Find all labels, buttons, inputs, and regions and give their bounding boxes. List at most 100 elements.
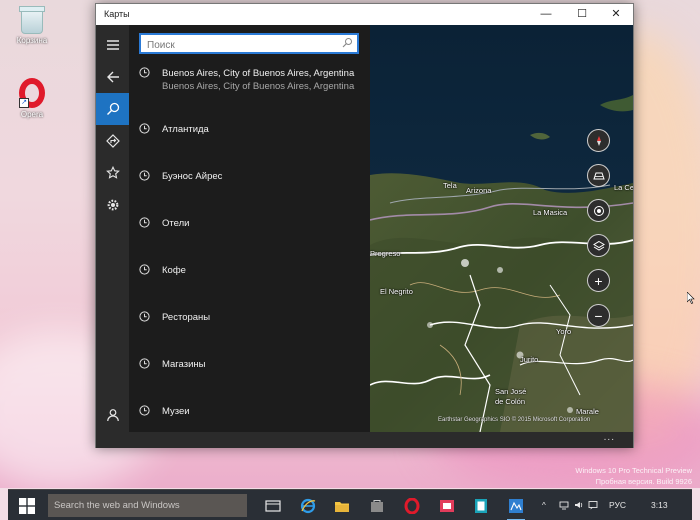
map-layers-button[interactable]: [587, 234, 610, 257]
zoom-in-button[interactable]: +: [587, 269, 610, 292]
compass-icon: [596, 135, 601, 146]
input-language[interactable]: РУС: [609, 490, 626, 520]
satellite-map-imagery: [370, 25, 633, 432]
close-button[interactable]: ✕: [601, 4, 631, 25]
locate-me-icon: [593, 205, 604, 216]
desktop-icon-opera[interactable]: ↗ Opera: [6, 78, 58, 119]
nav-favorites-button[interactable]: [96, 157, 129, 189]
history-item-title: Кофе: [162, 265, 186, 276]
back-arrow-icon: [106, 71, 119, 83]
history-item[interactable]: Buenos Aires, City of Buenos Aires, Arge…: [129, 64, 370, 108]
minimize-button[interactable]: —: [531, 4, 561, 25]
taskbar-maps-app[interactable]: [435, 494, 459, 518]
back-button[interactable]: [96, 61, 129, 93]
history-clock-icon: [139, 405, 150, 416]
windows-logo-icon: [19, 497, 35, 514]
taskbar-maps[interactable]: [504, 494, 528, 520]
map-label-progreso: Progreso: [370, 249, 401, 258]
task-view-icon: [265, 500, 281, 512]
search-icon[interactable]: [341, 37, 353, 49]
reader-app-icon: [475, 499, 487, 513]
network-icon[interactable]: [559, 500, 569, 510]
menu-button[interactable]: [96, 29, 129, 61]
favorites-star-icon: [105, 166, 120, 179]
notifications-icon[interactable]: [588, 500, 598, 510]
taskbar-search-box[interactable]: Search the web and Windows: [48, 494, 247, 517]
history-item[interactable]: Буэнос Айрес: [129, 167, 370, 211]
history-item-title: Атлантида: [162, 124, 209, 135]
map-label-jurito: Jurito: [520, 355, 539, 364]
taskbar: Search the web and Windows ^ РУС 3:13: [8, 489, 692, 520]
compass-button[interactable]: [587, 129, 610, 152]
account-person-icon: [106, 409, 119, 422]
opera-icon: [404, 498, 420, 514]
clock-time[interactable]: 3:13: [651, 490, 668, 520]
history-item-title: Buenos Aires, City of Buenos Aires, Arge…: [162, 68, 355, 79]
history-item-title: Магазины: [162, 359, 206, 370]
app-bottom-bar: ...: [96, 432, 633, 448]
maps-window: Карты — ☐ ✕ Поиск Buenos Aires, City of …: [95, 3, 634, 448]
tilt-3d-button[interactable]: [587, 164, 610, 187]
taskbar-task-view[interactable]: [261, 494, 285, 518]
volume-icon[interactable]: [574, 500, 584, 510]
map-label-la-masica: La Masica: [533, 208, 568, 217]
locate-me-button[interactable]: [587, 199, 610, 222]
shortcut-arrow-icon: ↗: [19, 98, 29, 108]
history-item-title: Музеи: [162, 406, 190, 417]
map-layers-icon: [592, 240, 605, 251]
history-item-title: Рестораны: [162, 312, 211, 323]
desktop-icon-recycle-bin[interactable]: Корзина: [6, 6, 58, 45]
taskbar-opera[interactable]: [400, 494, 424, 518]
nav-rail: [96, 25, 129, 432]
taskbar-internet-explorer[interactable]: [296, 494, 320, 518]
history-item[interactable]: Магазины: [129, 355, 370, 399]
history-clock-icon: [139, 217, 150, 228]
map-label-yoro: Yoro: [556, 327, 572, 336]
nav-directions-button[interactable]: [96, 125, 129, 157]
window-titlebar[interactable]: Карты — ☐ ✕: [96, 4, 633, 25]
history-item-text: Buenos Aires, City of Buenos Aires, Arge…: [162, 67, 354, 93]
tilt-3d-icon: [592, 172, 605, 179]
taskbar-store[interactable]: [365, 494, 389, 518]
zoom-out-button[interactable]: −: [587, 304, 610, 327]
start-button[interactable]: [8, 490, 46, 520]
recycle-bin-icon: [19, 6, 45, 34]
maximize-button[interactable]: ☐: [567, 4, 597, 25]
desktop-icon-label: Корзина: [16, 36, 48, 45]
map-label-de-colon: de Colón: [495, 397, 526, 406]
map-label-arizona: Arizona: [466, 186, 492, 195]
taskbar-file-explorer[interactable]: [330, 494, 354, 518]
search-panel: Buenos Aires, City of Buenos Aires, Arge…: [129, 25, 370, 432]
history-item-title: Отели: [162, 218, 190, 229]
history-clock-icon: [139, 170, 150, 181]
desktop-icon-label: Opera: [20, 110, 44, 119]
map-label-la-ceiba: La Ce: [614, 183, 633, 192]
maps-app-icon: [440, 500, 454, 512]
store-icon: [371, 500, 383, 512]
history-item[interactable]: Атлантида: [129, 120, 370, 164]
map-label-tela: Tela: [443, 181, 457, 190]
maps-icon: [509, 499, 523, 513]
search-input[interactable]: [141, 37, 331, 54]
map-attribution: Earthstar Geographics SIO © 2015 Microso…: [438, 417, 591, 423]
watermark-line: Пробная версия. Build 9926: [595, 477, 692, 486]
settings-gear-icon: [107, 199, 118, 211]
nav-account-button[interactable]: [96, 399, 129, 431]
history-item[interactable]: Отели: [129, 214, 370, 258]
nav-search-button[interactable]: [96, 93, 129, 125]
map-view[interactable]: Tela Arizona La Ce La Masica Progreso El…: [370, 25, 633, 432]
history-item-subtitle: Buenos Aires, City of Buenos Aires, Arge…: [162, 81, 355, 92]
watermark-line: Windows 10 Pro Technical Preview: [575, 466, 692, 475]
internet-explorer-icon: [300, 498, 316, 514]
history-item[interactable]: Рестораны: [129, 308, 370, 352]
history-clock-icon: [139, 264, 150, 275]
os-watermark: Windows 10 Pro Technical Preview Пробная…: [575, 465, 692, 487]
tray-overflow-chevron-icon[interactable]: ^: [542, 490, 546, 520]
history-clock-icon: [139, 67, 150, 78]
search-icon: [106, 102, 119, 115]
more-options-button[interactable]: ...: [604, 432, 615, 443]
taskbar-reader-app[interactable]: [469, 494, 493, 518]
nav-settings-button[interactable]: [96, 189, 129, 221]
history-item[interactable]: Кофе: [129, 261, 370, 305]
map-label-marale: Marale: [576, 407, 599, 416]
